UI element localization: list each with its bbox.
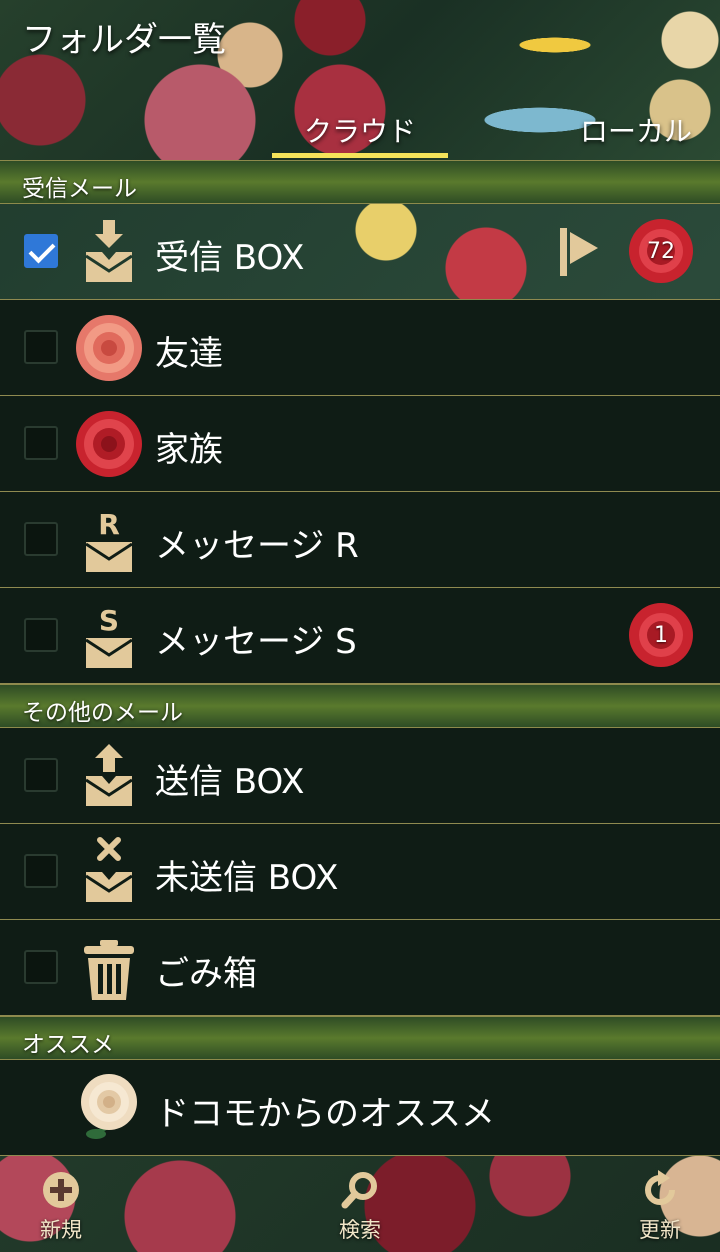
section-header-other: その他のメール — [0, 684, 720, 728]
section-title: その他のメール — [22, 700, 183, 726]
folder-row-message-s[interactable]: S メッセージ S 1 — [0, 588, 720, 684]
recommend-label: ドコモからのオススメ — [155, 1094, 495, 1134]
folder-checkbox[interactable] — [24, 854, 58, 888]
folder-label: 友達 — [155, 334, 223, 374]
tab-cloud[interactable]: クラウド — [272, 110, 448, 150]
folder-row-inbox[interactable]: 受信 BOX 72 — [0, 204, 720, 300]
unsent-x-icon — [85, 837, 133, 902]
section-title: 受信メール — [22, 176, 137, 202]
folder-label: 受信 BOX — [155, 238, 305, 278]
tab-local[interactable]: ローカル — [580, 110, 692, 150]
pink-rose-icon — [76, 315, 142, 381]
message-s-icon: S — [85, 604, 133, 668]
folder-label: 未送信 BOX — [155, 858, 339, 898]
trash-icon — [84, 940, 134, 1000]
active-tab-indicator — [272, 153, 448, 158]
search-icon — [341, 1172, 377, 1209]
new-mail-label: 新規 — [40, 1218, 82, 1242]
folder-row-trash[interactable]: ごみ箱 — [0, 920, 720, 1016]
refresh-button[interactable]: 更新 — [605, 1156, 715, 1252]
folder-label: メッセージ R — [155, 526, 359, 566]
page-title: フォルダ一覧 — [22, 20, 226, 60]
section-header-inbox: 受信メール — [0, 160, 720, 204]
header: フォルダ一覧 クラウド ローカル — [0, 0, 720, 160]
flag-icon[interactable] — [556, 224, 602, 278]
section-title: オススメ — [22, 1032, 114, 1058]
folder-checkbox[interactable] — [24, 426, 58, 460]
folder-row-outbox[interactable]: 送信 BOX — [0, 728, 720, 824]
folder-label: 家族 — [155, 430, 223, 470]
outbox-upload-icon — [85, 744, 133, 806]
folder-row-message-r[interactable]: R メッセージ R — [0, 492, 720, 588]
folder-checkbox[interactable] — [24, 950, 58, 984]
inbox-download-icon — [85, 220, 133, 282]
new-mail-button[interactable]: 新規 — [6, 1156, 116, 1252]
svg-text:S: S — [99, 604, 119, 637]
red-rose-icon — [76, 411, 142, 477]
folder-row-family[interactable]: 家族 — [0, 396, 720, 492]
badge-count: 72 — [647, 238, 675, 264]
section-header-recommend: オススメ — [0, 1016, 720, 1060]
recommend-row-docomo[interactable]: ドコモからのオススメ — [0, 1060, 720, 1156]
refresh-label: 更新 — [639, 1218, 681, 1242]
refresh-icon — [645, 1170, 675, 1205]
unread-badge: 72 — [626, 216, 696, 286]
folder-label: メッセージ S — [155, 622, 357, 662]
message-r-icon: R — [85, 508, 133, 572]
folder-checkbox[interactable] — [24, 522, 58, 556]
search-label: 検索 — [339, 1218, 381, 1242]
badge-count: 1 — [654, 622, 668, 648]
folder-checkbox[interactable] — [24, 758, 58, 792]
plus-circle-icon — [43, 1172, 79, 1208]
bottom-toolbar: 新規 検索 更新 — [0, 1156, 720, 1252]
search-button[interactable]: 検索 — [305, 1156, 415, 1252]
white-rose-icon — [81, 1074, 137, 1139]
folder-row-friends[interactable]: 友達 — [0, 300, 720, 396]
folder-row-unsent[interactable]: 未送信 BOX — [0, 824, 720, 920]
unread-badge: 1 — [626, 600, 696, 670]
folder-label: ごみ箱 — [155, 954, 257, 994]
folder-checkbox[interactable] — [24, 234, 58, 268]
folder-checkbox[interactable] — [24, 618, 58, 652]
svg-text:R: R — [98, 508, 120, 541]
folder-label: 送信 BOX — [155, 762, 305, 802]
folder-checkbox[interactable] — [24, 330, 58, 364]
